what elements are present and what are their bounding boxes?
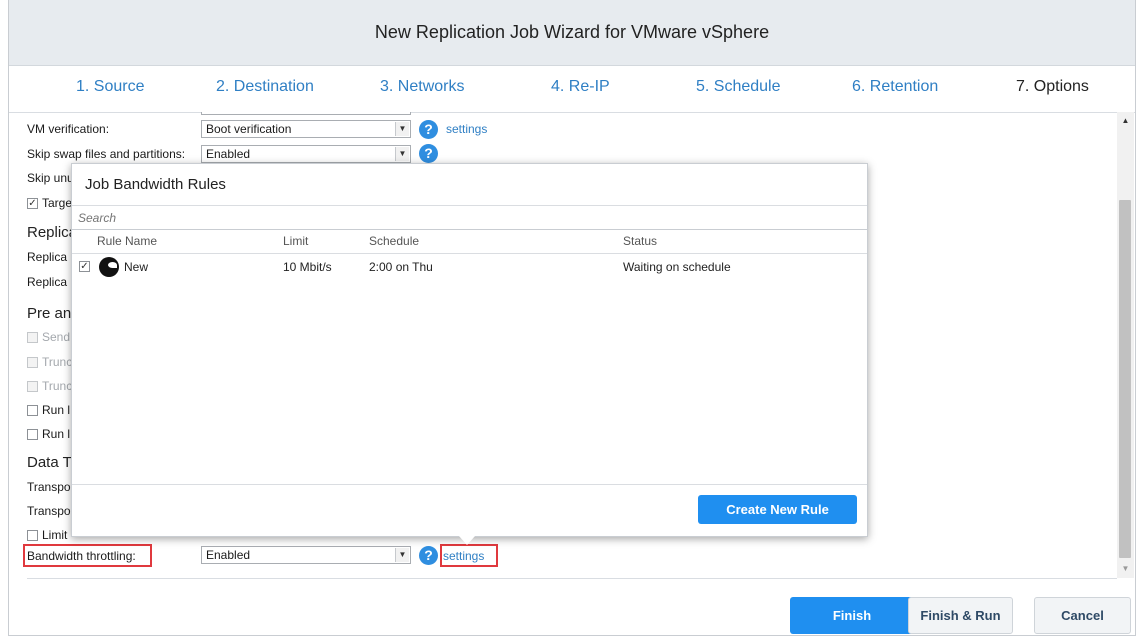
checkbox[interactable] xyxy=(27,529,38,541)
send-checkbox-row: Send xyxy=(27,327,70,347)
row-checkbox[interactable]: ✓ xyxy=(79,261,90,272)
step-destination[interactable]: 2. Destination xyxy=(216,78,314,96)
checkbox xyxy=(27,380,38,392)
step-re-ip[interactable]: 4. Re-IP xyxy=(551,78,610,96)
skip-swap-value: Enabled xyxy=(206,147,251,161)
run2-checkbox-row[interactable]: Run l xyxy=(27,424,70,444)
trunc1-check-label: Trunc xyxy=(42,355,73,369)
footer-divider xyxy=(27,578,1117,579)
checkbox[interactable]: ✓ xyxy=(27,197,38,209)
job-bandwidth-rules-popup: Job Bandwidth Rules Rule Name Limit Sche… xyxy=(71,163,868,537)
replica-section-title: Replica xyxy=(27,224,78,241)
header-divider xyxy=(72,253,867,254)
help-icon[interactable]: ? xyxy=(419,120,438,139)
bandwidth-rule-icon xyxy=(99,257,119,277)
limit-checkbox-row[interactable]: Limit xyxy=(27,525,67,545)
transporter1-label: Transpo xyxy=(27,480,71,494)
rules-search-input[interactable] xyxy=(78,207,848,229)
data-transfer-section-title: Data T xyxy=(27,454,72,471)
scroll-down-icon[interactable]: ▼ xyxy=(1117,560,1134,578)
rule-name-cell: New xyxy=(124,260,149,274)
chevron-down-icon: ▼ xyxy=(395,147,409,161)
cancel-button[interactable]: Cancel xyxy=(1034,597,1131,634)
checkbox xyxy=(27,331,38,343)
checkbox xyxy=(27,356,38,368)
step-source[interactable]: 1. Source xyxy=(76,78,144,96)
checkbox[interactable] xyxy=(27,404,38,416)
scroll-up-icon[interactable]: ▲ xyxy=(1117,112,1134,130)
target-check-label: Targe xyxy=(42,196,73,210)
popup-title: Job Bandwidth Rules xyxy=(85,176,226,193)
run2-check-label: Run l xyxy=(42,427,71,441)
vm-verification-value: Boot verification xyxy=(206,122,292,136)
finish-button[interactable]: Finish xyxy=(790,597,914,634)
column-schedule[interactable]: Schedule xyxy=(369,234,419,248)
pre-post-section-title: Pre an xyxy=(27,305,72,322)
scrollbar-thumb[interactable] xyxy=(1119,200,1131,558)
column-rule-name[interactable]: Rule Name xyxy=(97,234,157,248)
skip-unused-label: Skip unu xyxy=(27,171,74,185)
bandwidth-throttling-select[interactable]: Enabled ▼ xyxy=(201,546,411,564)
rule-status-cell: Waiting on schedule xyxy=(623,260,731,274)
truncate2-checkbox-row: Trunc xyxy=(27,376,72,396)
wizard-title: New Replication Job Wizard for VMware vS… xyxy=(9,0,1135,66)
vertical-scrollbar[interactable]: ▲ ▼ xyxy=(1117,112,1134,578)
chevron-down-icon: ▼ xyxy=(395,548,409,562)
send-check-label: Send xyxy=(42,330,71,344)
run1-check-label: Run l xyxy=(42,403,71,417)
rule-schedule-cell: 2:00 on Thu xyxy=(369,260,433,274)
search-divider xyxy=(72,229,867,230)
popup-pointer xyxy=(459,536,475,545)
skip-swap-label: Skip swap files and partitions: xyxy=(27,147,186,161)
popup-divider xyxy=(72,205,867,206)
step-networks[interactable]: 3. Networks xyxy=(380,78,464,96)
truncate1-checkbox-row: Trunc xyxy=(27,352,72,372)
settings-link-highlight xyxy=(440,544,498,567)
checkbox[interactable] xyxy=(27,428,38,440)
vm-verification-label: VM verification: xyxy=(27,122,110,136)
target-checkbox-row[interactable]: ✓ Targe xyxy=(27,193,72,213)
chevron-down-icon: ▼ xyxy=(395,122,409,136)
rule-limit-cell: 10 Mbit/s xyxy=(283,260,332,274)
popup-footer-divider xyxy=(72,484,867,485)
bandwidth-label-highlight xyxy=(23,544,152,567)
column-limit[interactable]: Limit xyxy=(283,234,308,248)
step-schedule[interactable]: 5. Schedule xyxy=(696,78,781,96)
bandwidth-throttling-value: Enabled xyxy=(206,548,251,562)
trunc2-check-label: Trunc xyxy=(42,379,73,393)
partial-dropdown[interactable] xyxy=(201,112,411,115)
skip-swap-select[interactable]: Enabled ▼ xyxy=(201,145,411,163)
replica-row2-label: Replica xyxy=(27,275,68,289)
transporter2-label: Transpo xyxy=(27,504,71,518)
help-icon[interactable]: ? xyxy=(419,546,438,565)
run1-checkbox-row[interactable]: Run l xyxy=(27,400,70,420)
column-status[interactable]: Status xyxy=(623,234,657,248)
limit-check-label: Limit xyxy=(42,528,68,542)
step-retention[interactable]: 6. Retention xyxy=(852,78,938,96)
vm-verification-select[interactable]: Boot verification ▼ xyxy=(201,120,411,138)
wizard-steps: 1. Source 2. Destination 3. Networks 4. … xyxy=(9,66,1135,113)
vm-verification-settings-link[interactable]: settings xyxy=(446,122,487,136)
help-icon[interactable]: ? xyxy=(419,144,438,163)
finish-and-run-button[interactable]: Finish & Run xyxy=(908,597,1013,634)
step-options[interactable]: 7. Options xyxy=(1016,78,1089,96)
replica-row1-label: Replica xyxy=(27,250,68,264)
create-new-rule-button[interactable]: Create New Rule xyxy=(698,495,857,524)
